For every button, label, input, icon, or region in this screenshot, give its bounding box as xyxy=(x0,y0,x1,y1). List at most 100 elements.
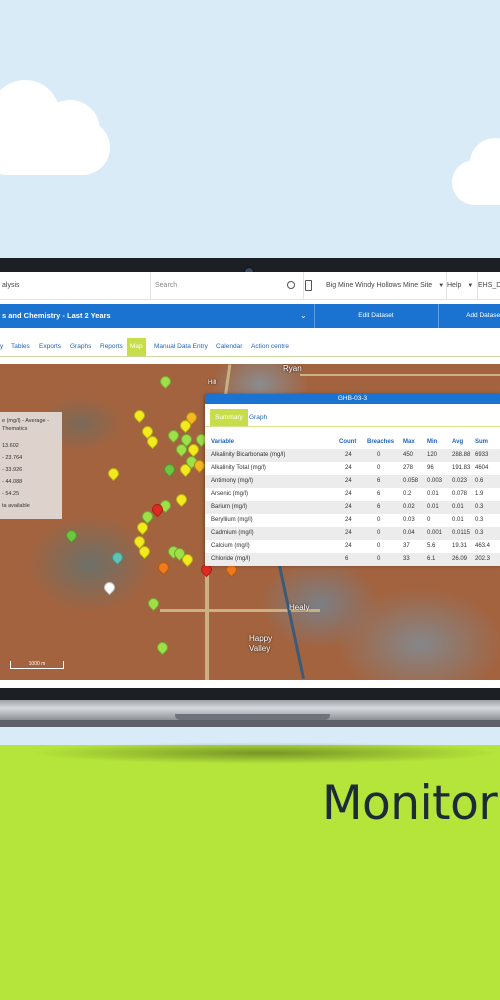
map-label-hill: Hill xyxy=(208,380,217,386)
map-marker[interactable] xyxy=(165,427,182,444)
table-cell: 0.078 xyxy=(452,491,468,497)
add-dataset-button[interactable]: Add Dataset xyxy=(439,304,500,328)
tab-action-centre[interactable]: Action centre xyxy=(251,338,289,356)
table-cell: 24 xyxy=(345,530,352,536)
dataset-bar: s and Chemistry - Last 2 Years ⌄ Edit Da… xyxy=(0,304,500,328)
legend-range: ta available xyxy=(2,503,30,509)
table-cell: 6 xyxy=(377,491,381,497)
tab-exports[interactable]: Exports xyxy=(39,338,61,356)
table-cell: Cadmium (mg/l) xyxy=(211,530,254,536)
site-selector[interactable]: Big Mine Windy Hollows Mine Site ▼ xyxy=(320,272,447,299)
table-row[interactable]: Calcium (mg/l) 24 0 37 5.6 19.31 463.4 xyxy=(205,540,500,553)
table-cell: 0.0115 xyxy=(452,530,470,536)
laptop-shadow xyxy=(30,742,500,764)
table-row[interactable]: Antimony (mg/l) 24 6 0.058 0.003 0.023 0.6 xyxy=(205,475,500,488)
chevron-down-icon[interactable]: ⌄ xyxy=(300,304,307,328)
edit-dataset-button[interactable]: Edit Dataset xyxy=(315,304,437,328)
table-cell: Antimony (mg/l) xyxy=(211,478,254,484)
legend-range: - 44.088 xyxy=(2,479,23,485)
map-river xyxy=(277,564,306,680)
table-cell: 96 xyxy=(427,465,434,471)
map-marker[interactable] xyxy=(173,491,190,508)
table-cell: 24 xyxy=(345,517,352,523)
col-header: Breaches xyxy=(367,439,395,445)
tab-map[interactable]: Map xyxy=(127,338,146,356)
table-cell: 202.3 xyxy=(475,556,491,562)
table-cell: 0.003 xyxy=(427,478,443,484)
map-legend: e (mg/l) - Average - Thematics 13.602 - … xyxy=(0,412,62,519)
table-cell: 37 xyxy=(403,543,410,549)
site-popup: GHB-03-3 Summary Graph Variable Count Br… xyxy=(205,394,500,566)
table-cell: 0 xyxy=(377,517,381,523)
map-label-healy: Healy xyxy=(289,603,310,612)
legend-range: - 54.25 xyxy=(2,491,20,497)
table-cell: 0 xyxy=(377,452,381,458)
col-header: Sum xyxy=(475,439,489,445)
table-cell: 24 xyxy=(345,465,352,471)
map-marker[interactable] xyxy=(154,639,171,656)
map-marker[interactable] xyxy=(63,527,80,544)
table-row[interactable]: Alkalinity Bicarbonate (mg/l) 24 0 450 120 28… xyxy=(205,449,500,462)
table-cell: 6 xyxy=(377,478,381,484)
table-cell: 6933 xyxy=(475,452,489,458)
table-cell: 5.6 xyxy=(427,543,436,549)
tab-graphs[interactable]: Graphs xyxy=(70,338,91,356)
table-cell: Calcium (mg/l) xyxy=(211,543,250,549)
laptop-screen: alysis Search Big Mine Windy Hollows Min… xyxy=(0,272,500,688)
map-marker[interactable] xyxy=(145,595,162,612)
legend-range: - 33.926 xyxy=(2,467,23,473)
tab-row: y Tables Exports Graphs Reports Map Manu… xyxy=(0,338,500,357)
cloud-left-puff2 xyxy=(40,100,100,160)
popup-site-id: GHB-03-3 xyxy=(205,394,500,404)
table-cell: 463.4 xyxy=(475,543,491,549)
table-cell: 6.1 xyxy=(427,556,436,562)
col-header: Max xyxy=(403,439,415,445)
table-cell: 0.02 xyxy=(403,504,415,510)
map-label-valley: Valley xyxy=(249,644,271,653)
tab-manual-data-entry[interactable]: Manual Data Entry xyxy=(154,338,208,356)
dataset-title[interactable]: s and Chemistry - Last 2 Years xyxy=(2,304,111,328)
col-header: Avg xyxy=(452,439,464,445)
table-cell: 0.01 xyxy=(452,504,464,510)
table-cell: 24 xyxy=(345,491,352,497)
table-cell: Chloride (mg/l) xyxy=(211,556,251,562)
mobile-icon[interactable] xyxy=(305,280,312,291)
help-label: Help xyxy=(447,282,462,289)
popup-tab-summary[interactable]: Summary xyxy=(210,409,248,426)
table-cell: 26.09 xyxy=(452,556,468,562)
user-menu[interactable]: EHS_De xyxy=(473,272,500,299)
table-cell: 0.01 xyxy=(427,504,439,510)
table-row[interactable]: Alkalinity Total (mg/l) 24 0 278 96 191.83 460… xyxy=(205,462,500,475)
search-icon[interactable] xyxy=(287,281,295,289)
table-cell: 24 xyxy=(345,543,352,549)
map-marker[interactable] xyxy=(161,461,178,478)
map-label-ryan: Ryan xyxy=(283,364,302,373)
map-marker[interactable] xyxy=(157,373,174,390)
table-row[interactable]: Cadmium (mg/l) 24 0 0.04 0.001 0.0115 0.3 xyxy=(205,527,500,540)
popup-tab-graph[interactable]: Graph xyxy=(249,409,267,426)
table-cell: 24 xyxy=(345,452,352,458)
table-cell: 33 xyxy=(403,556,410,562)
table-cell: 6 xyxy=(345,556,349,562)
table-cell: 6 xyxy=(377,504,381,510)
table-cell: 0 xyxy=(377,530,381,536)
search-input[interactable]: Search xyxy=(149,272,304,299)
table-row[interactable]: Arsenic (mg/l) 24 6 0.2 0.01 0.078 1.9 xyxy=(205,488,500,501)
map-marker[interactable] xyxy=(105,465,122,482)
table-cell: Alkalinity Total (mg/l) xyxy=(211,465,266,471)
map-label-happy: Happy xyxy=(249,634,273,643)
table-cell: 0.023 xyxy=(452,478,468,484)
map-marker[interactable] xyxy=(101,579,118,596)
map-marker[interactable] xyxy=(155,559,172,576)
tab-calendar[interactable]: Calendar xyxy=(216,338,242,356)
map-marker[interactable] xyxy=(131,407,148,424)
table-cell: 0 xyxy=(377,556,381,562)
app-title-fragment: alysis xyxy=(0,272,151,299)
tab-summary[interactable]: y xyxy=(0,338,3,356)
map-marker[interactable] xyxy=(109,549,126,566)
table-row[interactable]: Chloride (mg/l) 6 0 33 6.1 26.09 202.3 xyxy=(205,553,500,566)
table-row[interactable]: Beryllium (mg/l) 24 0 0.03 0 0.01 0.3 xyxy=(205,514,500,527)
tab-reports[interactable]: Reports xyxy=(100,338,123,356)
table-row[interactable]: Barium (mg/l) 24 6 0.02 0.01 0.01 0.3 xyxy=(205,501,500,514)
tab-tables[interactable]: Tables xyxy=(11,338,30,356)
